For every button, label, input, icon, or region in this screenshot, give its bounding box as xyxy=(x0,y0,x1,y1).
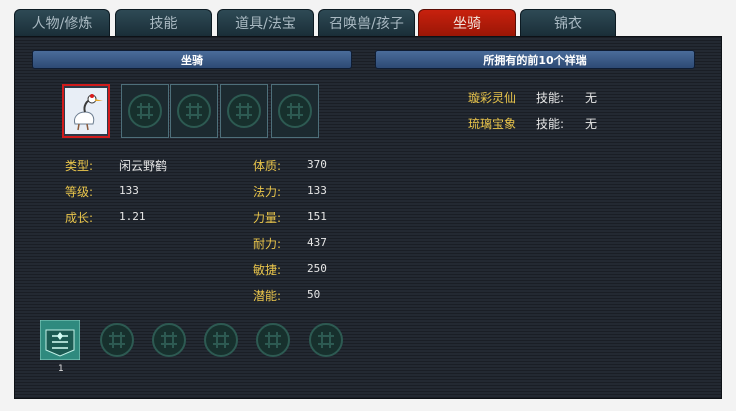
mount-slot-2[interactable] xyxy=(121,84,169,138)
empty-slot-icon xyxy=(278,94,312,128)
armor-icon xyxy=(40,320,80,360)
stat-label-magic: 法力: xyxy=(253,185,282,199)
stat-label-strength: 力量: xyxy=(253,211,282,225)
mount-growth-value: 1.21 xyxy=(119,210,146,223)
stat-value-constitution: 370 xyxy=(307,158,327,171)
mount-slot-5[interactable] xyxy=(271,84,319,138)
empty-slot-icon xyxy=(309,323,343,357)
mount-slot-4[interactable] xyxy=(220,84,268,138)
empty-slot-icon xyxy=(204,323,238,357)
stat-value-endurance: 437 xyxy=(307,236,327,249)
mount-growth-label: 成长: xyxy=(65,211,94,225)
empty-slot-icon xyxy=(177,94,211,128)
empty-slot-icon xyxy=(100,323,134,357)
mount-slot-3[interactable] xyxy=(170,84,218,138)
stat-value-agility: 250 xyxy=(307,262,327,275)
equip-slot-3[interactable] xyxy=(149,320,189,360)
mount-type-value: 闲云野鹤 xyxy=(119,159,168,173)
tab-items[interactable]: 道具/法宝 xyxy=(217,9,314,36)
mount-type-label: 类型: xyxy=(65,159,94,173)
empty-slot-icon xyxy=(256,323,290,357)
stat-value-magic: 133 xyxy=(307,184,327,197)
auspicious-name-2: 琉璃宝象 xyxy=(468,117,517,131)
auspicious-skill-value-2: 无 xyxy=(585,117,598,131)
equip-slot-1[interactable] xyxy=(40,320,80,360)
mount-slot-1[interactable] xyxy=(62,84,110,138)
mount-level-value: 133 xyxy=(119,184,139,197)
equip-slot-2[interactable] xyxy=(97,320,137,360)
mount-panel: 坐骑 所拥有的前10个祥瑞 类型: 闲云野鹤 等级: 133 成长: 1.21 … xyxy=(14,36,722,399)
stat-value-strength: 151 xyxy=(307,210,327,223)
stat-value-potential: 50 xyxy=(307,288,321,301)
stat-label-agility: 敏捷: xyxy=(253,263,282,277)
equip-slot-5[interactable] xyxy=(253,320,293,360)
stat-label-constitution: 体质: xyxy=(253,159,282,173)
equip-slot-4[interactable] xyxy=(201,320,241,360)
auspicious-name-1: 璇彩灵仙 xyxy=(468,91,517,105)
tab-skills[interactable]: 技能 xyxy=(115,9,212,36)
auspicious-skill-value-1: 无 xyxy=(585,91,598,105)
auspicious-header: 所拥有的前10个祥瑞 xyxy=(375,50,695,69)
equip-count: 1 xyxy=(58,364,64,374)
tab-costume[interactable]: 锦衣 xyxy=(520,9,616,36)
stat-label-endurance: 耐力: xyxy=(253,237,282,251)
tab-mount[interactable]: 坐骑 xyxy=(418,9,516,36)
empty-slot-icon xyxy=(128,94,162,128)
tab-character[interactable]: 人物/修炼 xyxy=(14,9,110,36)
empty-slot-icon xyxy=(152,323,186,357)
tab-summons[interactable]: 召唤兽/孩子 xyxy=(318,9,415,36)
mount-level-label: 等级: xyxy=(65,185,94,199)
crane-icon xyxy=(65,88,107,134)
equip-slot-6[interactable] xyxy=(306,320,346,360)
empty-slot-icon xyxy=(227,94,261,128)
auspicious-skill-label-2: 技能: xyxy=(536,117,565,131)
mount-header: 坐骑 xyxy=(32,50,352,69)
auspicious-skill-label-1: 技能: xyxy=(536,91,565,105)
stat-label-potential: 潜能: xyxy=(253,289,282,303)
